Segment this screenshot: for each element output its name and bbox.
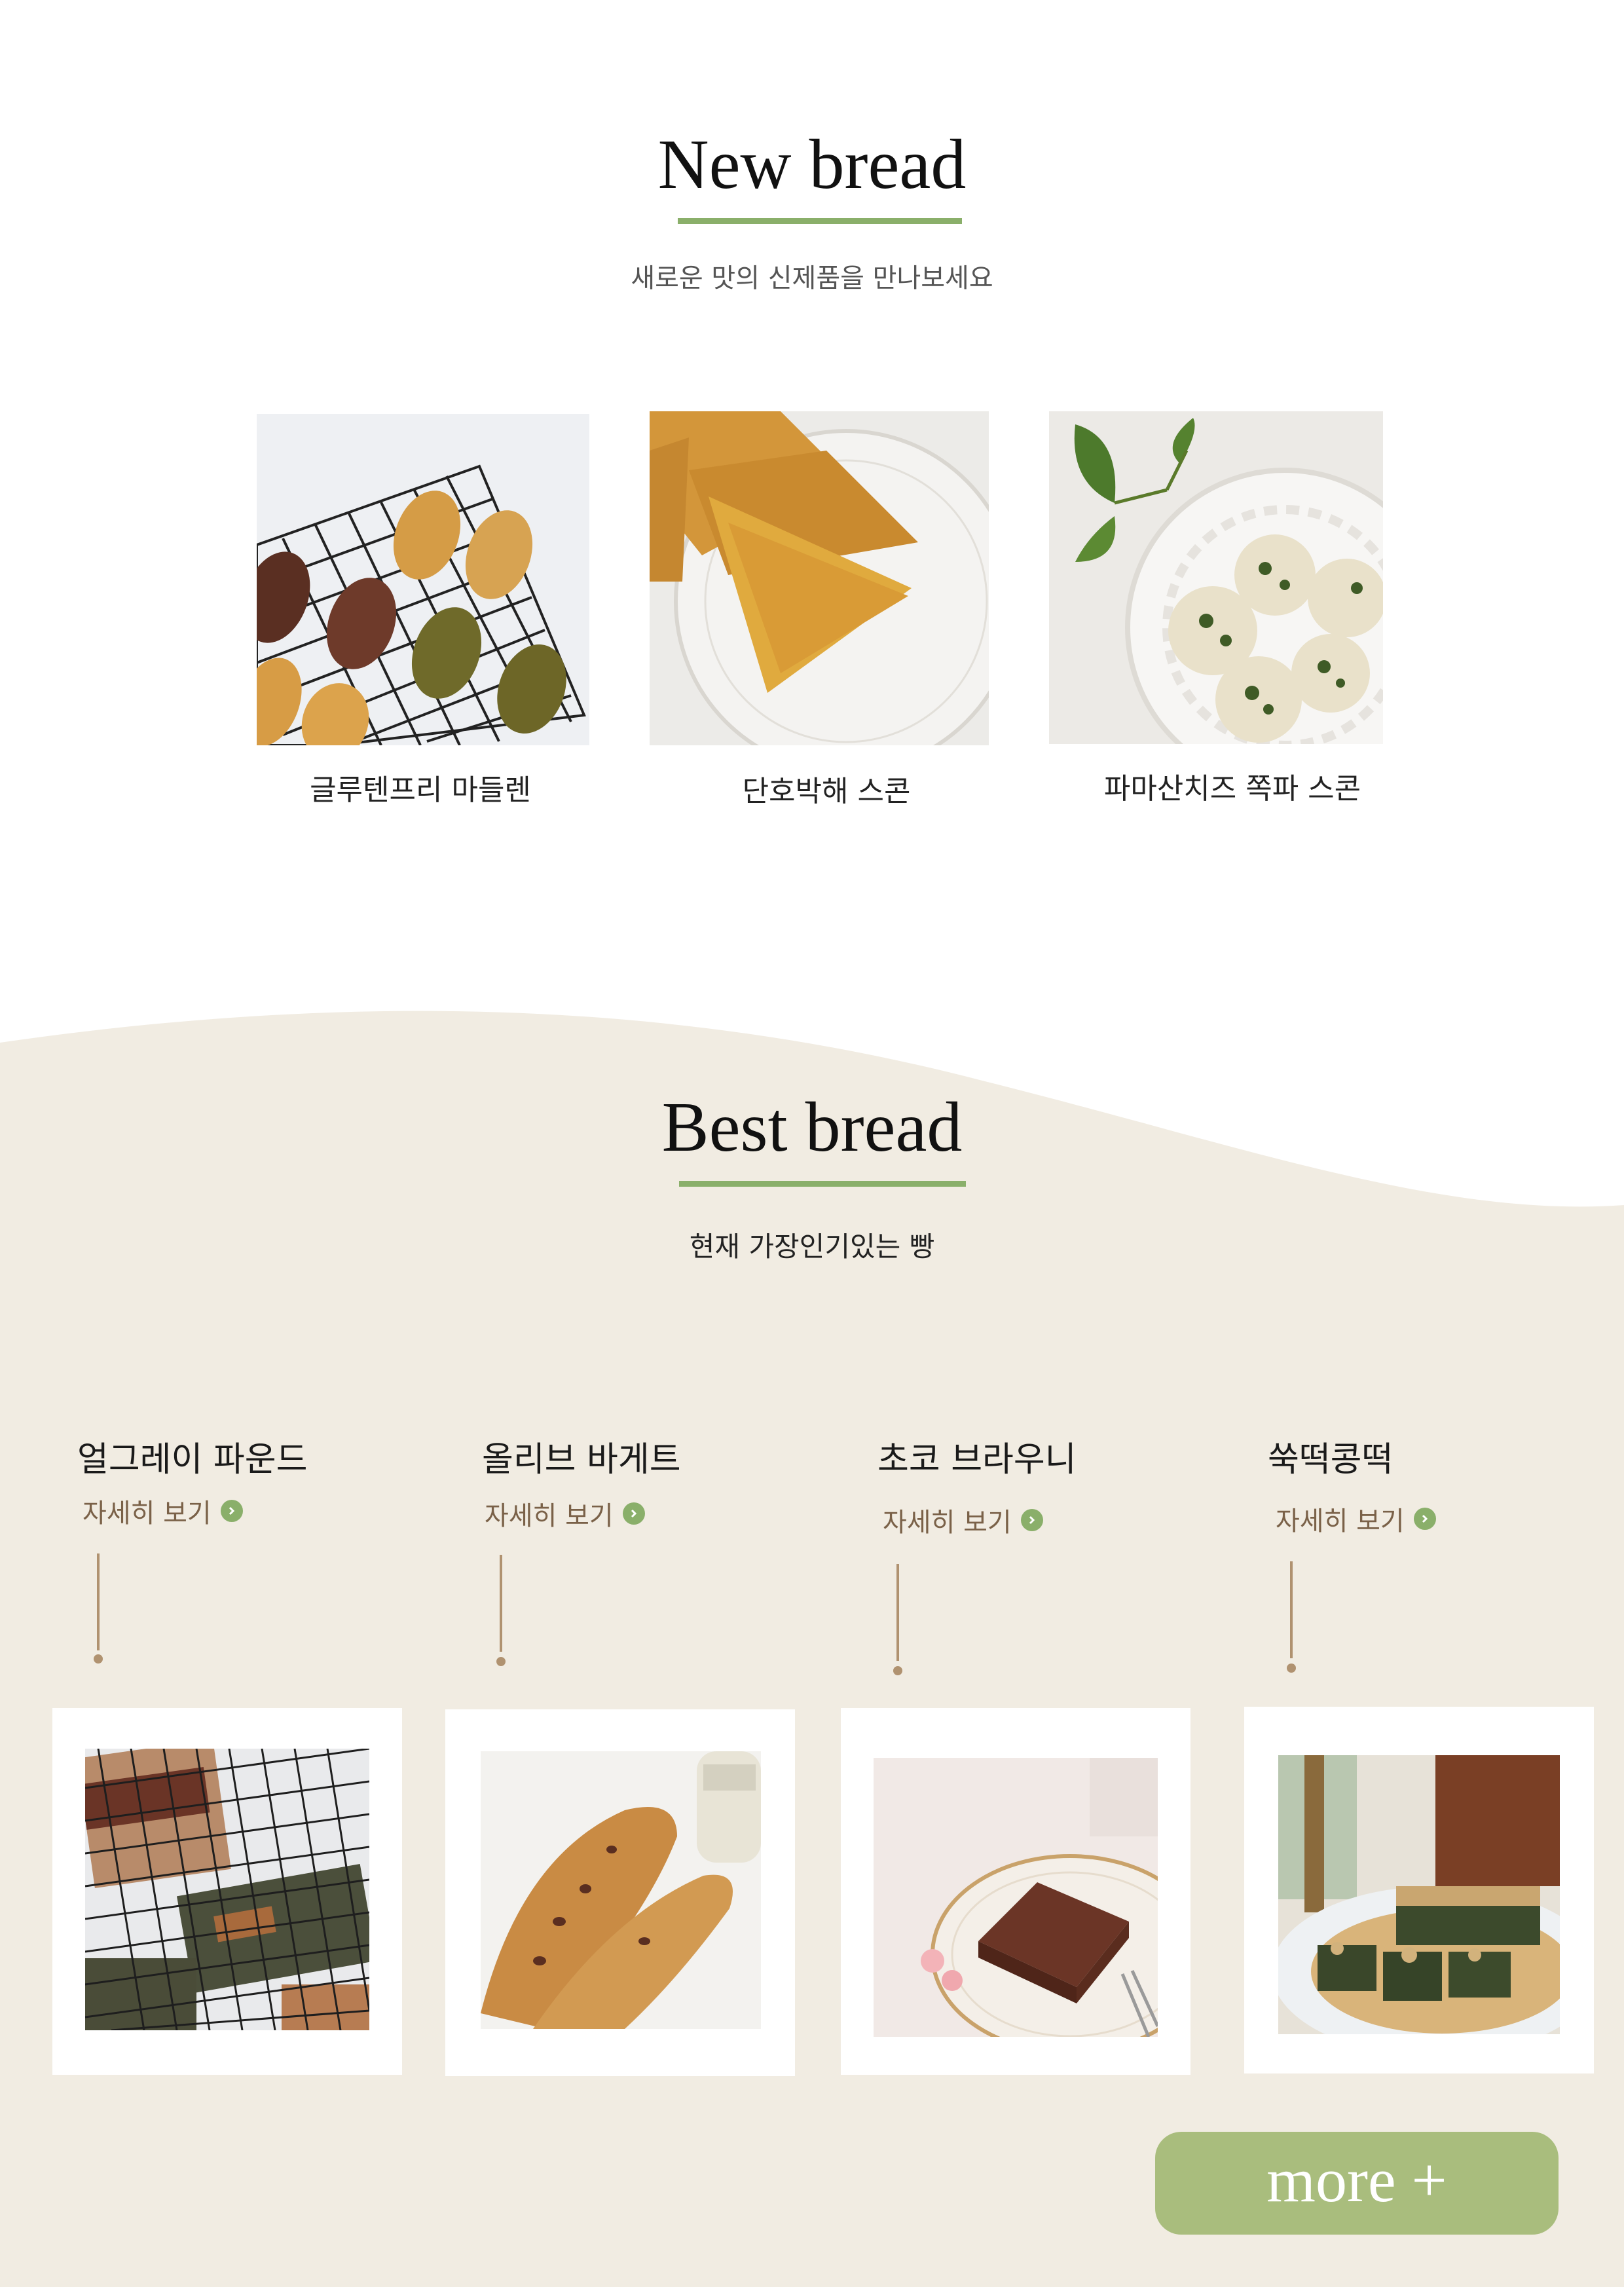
new-bread-title: New bread — [657, 126, 967, 204]
earl-grey-pound-photo — [85, 1749, 369, 2030]
best-bread-underline — [679, 1181, 966, 1187]
choco-brownie-card[interactable] — [841, 1708, 1190, 2075]
mugwort-bean-cake-photo — [1278, 1755, 1560, 2034]
connector-dot — [94, 1654, 103, 1664]
chevron-right-icon — [220, 1500, 243, 1522]
choco-brownie-detail-link[interactable]: 자세히 보기 — [883, 1501, 1043, 1539]
connector-line — [896, 1564, 899, 1661]
connector-dot — [1287, 1664, 1296, 1673]
connector-dot — [893, 1666, 902, 1675]
best-bread-subtitle: 현재 가장인기있는 빵 — [689, 1231, 935, 1263]
detail-link-label: 자세히 보기 — [1276, 1506, 1405, 1536]
chevron-right-icon — [1020, 1509, 1043, 1531]
detail-link-label: 자세히 보기 — [485, 1501, 614, 1531]
detail-link-label: 자세히 보기 — [883, 1508, 1012, 1538]
olive-baguette-card[interactable] — [445, 1709, 795, 2076]
best-bread-title: Best bread — [661, 1088, 963, 1166]
chevron-right-icon — [622, 1502, 645, 1525]
detail-link-label: 자세히 보기 — [83, 1498, 212, 1529]
connector-line — [500, 1555, 502, 1652]
olive-baguette-detail-link[interactable]: 자세히 보기 — [485, 1495, 645, 1533]
pumpkin-scone-photo[interactable] — [650, 411, 989, 745]
mugwort-bean-cake-detail-link[interactable]: 자세히 보기 — [1276, 1500, 1436, 1538]
earl-grey-detail-link[interactable]: 자세히 보기 — [83, 1492, 243, 1530]
olive-baguette-photo — [481, 1751, 761, 2029]
earl-grey-pound-card[interactable] — [52, 1708, 402, 2075]
pumpkin-scone-caption[interactable]: 단호박해 스콘 — [643, 768, 1010, 809]
earl-grey-pound-name: 얼그레이 파운드 — [77, 1440, 308, 1479]
mugwort-bean-cake-card[interactable] — [1244, 1707, 1594, 2073]
connector-dot — [496, 1657, 506, 1666]
madeleine-caption[interactable]: 글루텐프리 마들렌 — [237, 766, 604, 808]
olive-baguette-name: 올리브 바게트 — [482, 1440, 681, 1479]
connector-line — [97, 1553, 100, 1650]
mugwort-bean-cake-name: 쑥떡콩떡 — [1268, 1440, 1393, 1479]
parmesan-scone-caption[interactable]: 파마산치즈 쪽파 스콘 — [1049, 765, 1416, 807]
choco-brownie-name: 초코 브라우니 — [877, 1440, 1077, 1479]
connector-line — [1290, 1561, 1293, 1658]
choco-brownie-photo — [874, 1758, 1158, 2037]
chevron-right-icon — [1413, 1508, 1436, 1530]
more-button[interactable]: more + — [1155, 2132, 1559, 2235]
parmesan-scallion-scone-photo[interactable] — [1049, 411, 1383, 744]
madeleine-photo[interactable] — [257, 414, 589, 745]
new-bread-subtitle: 새로운 맛의 신제품을 만나보세요 — [631, 263, 993, 293]
wave-background — [0, 1011, 1624, 2287]
new-bread-underline — [678, 218, 962, 224]
